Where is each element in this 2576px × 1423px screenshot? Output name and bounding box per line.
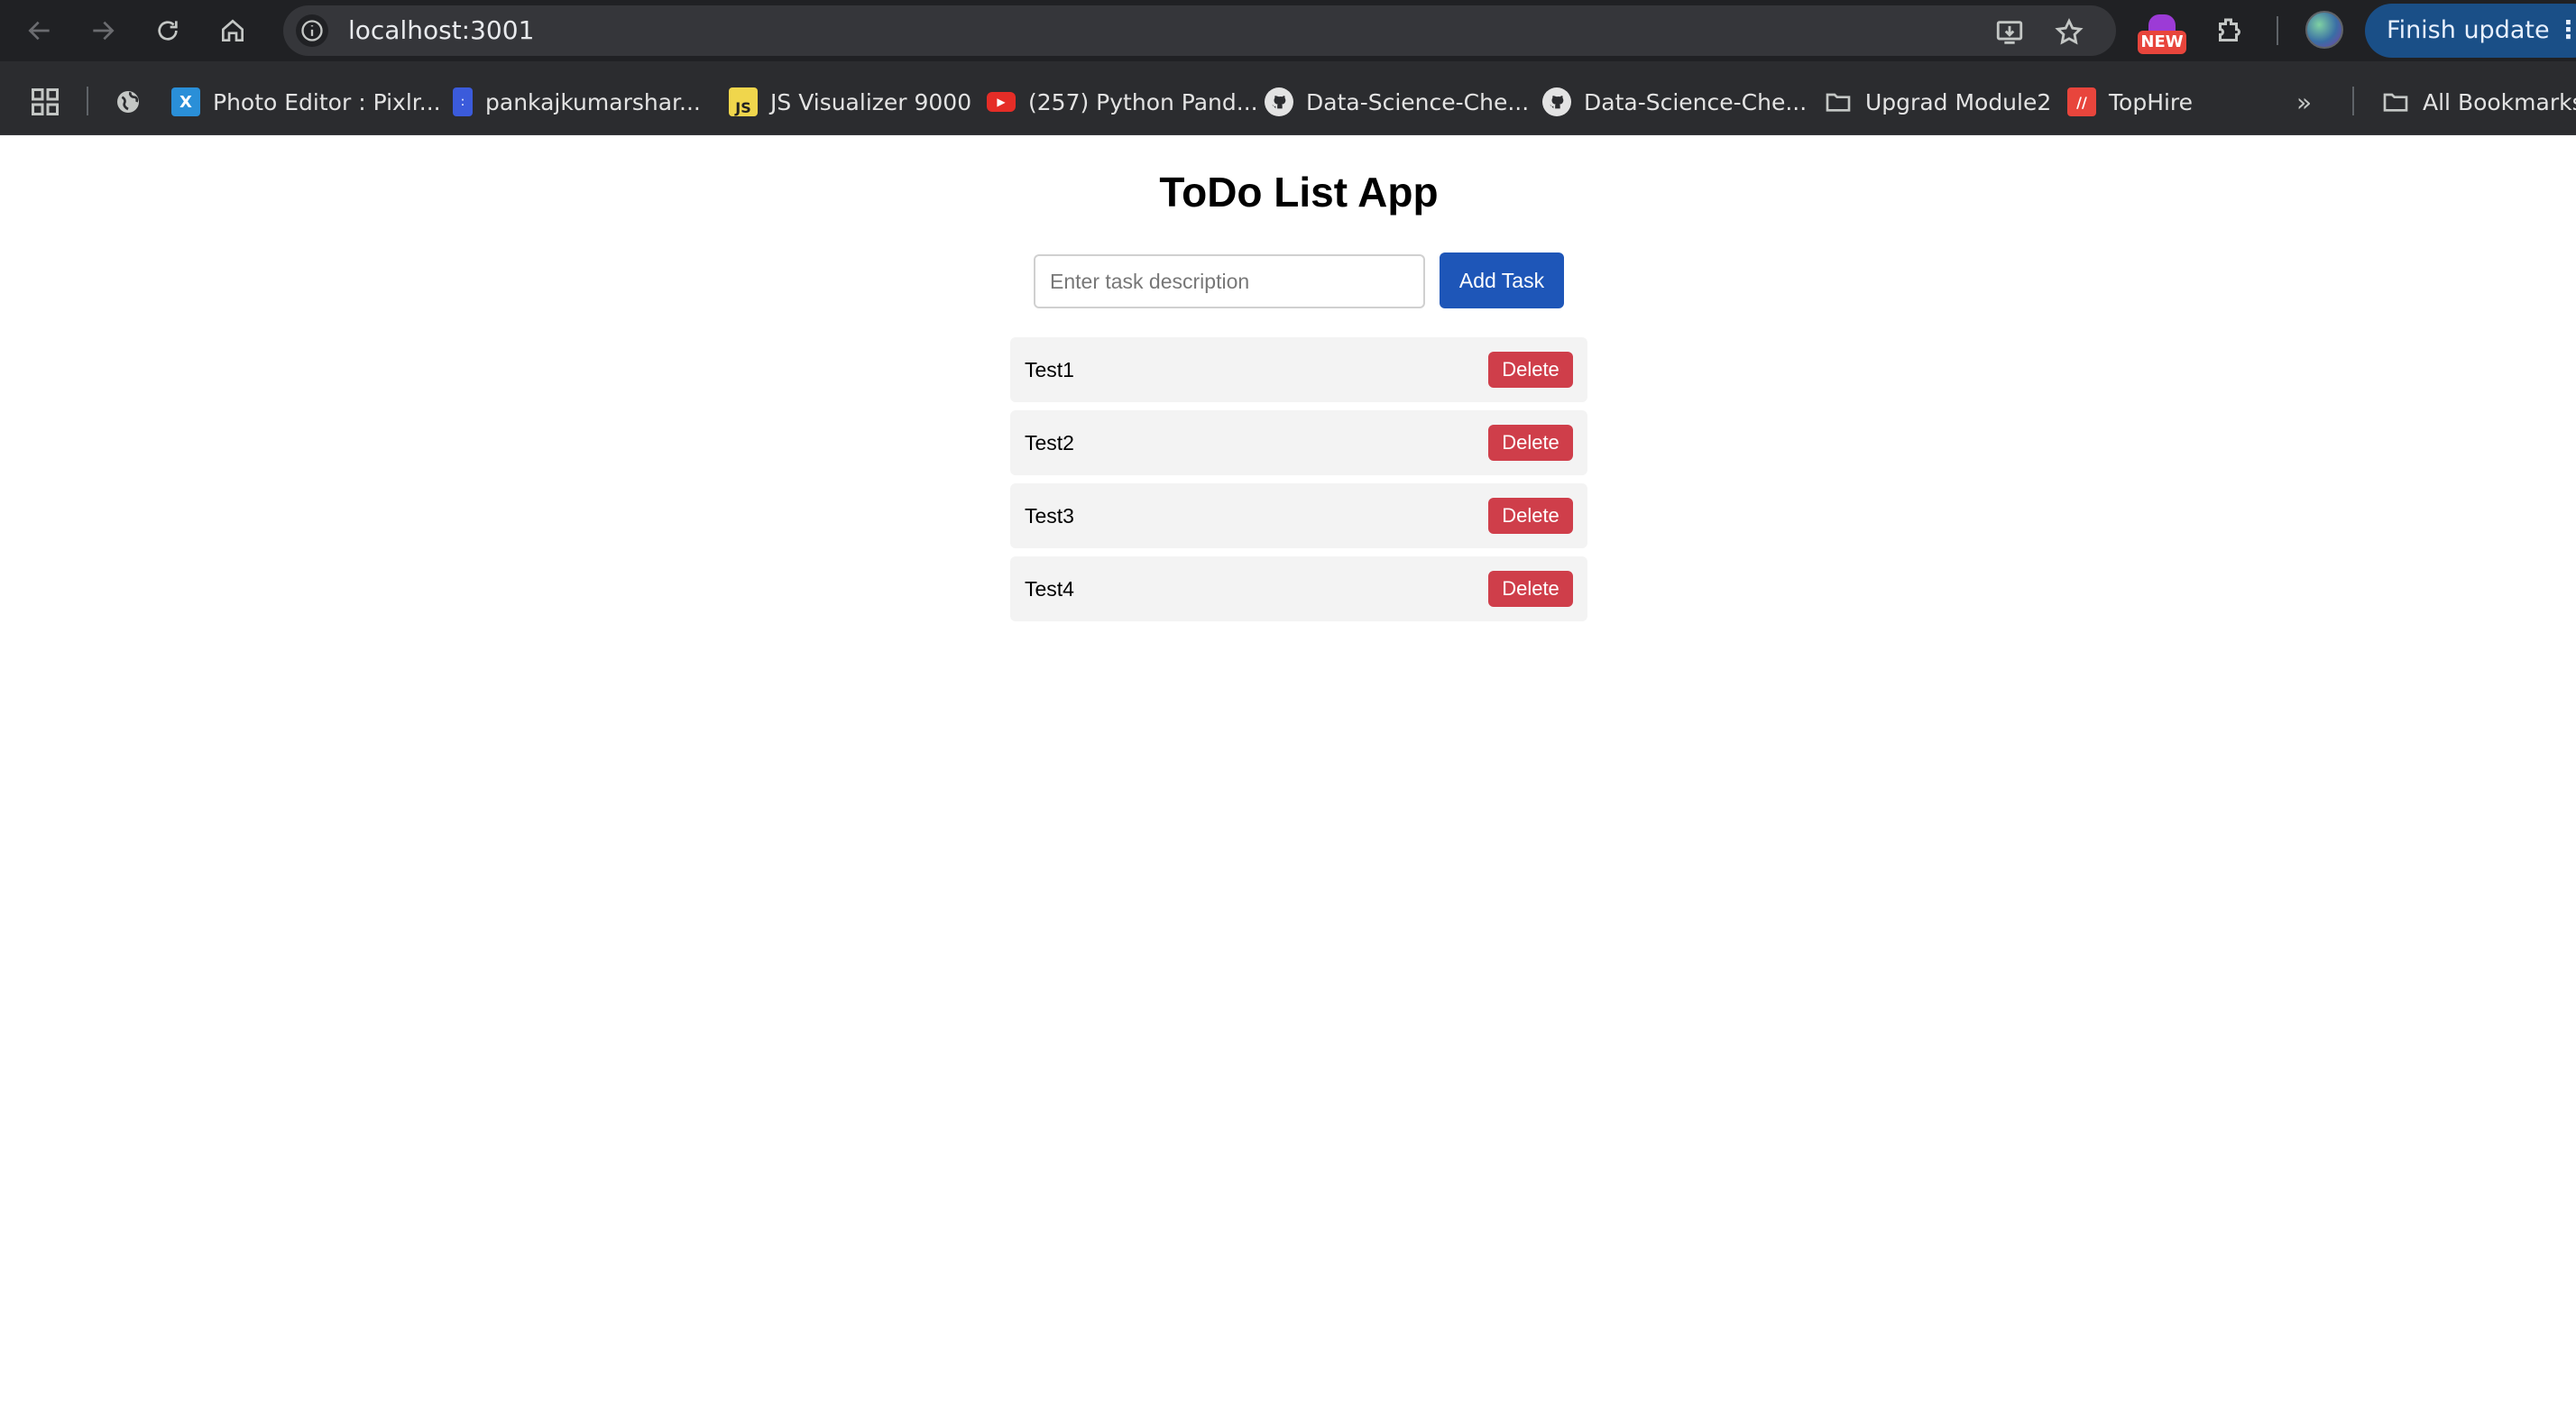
apps-grid-button[interactable] bbox=[29, 79, 61, 124]
home-icon bbox=[222, 19, 244, 41]
forward-button[interactable] bbox=[81, 9, 124, 52]
install-app-icon[interactable] bbox=[1993, 16, 2026, 49]
new-feature-badge[interactable]: NEW bbox=[2138, 14, 2186, 54]
globe-bookmark[interactable] bbox=[114, 79, 143, 124]
add-task-button[interactable]: Add Task bbox=[1440, 252, 1564, 308]
kebab-menu-icon[interactable]: ⋮ bbox=[2556, 4, 2576, 58]
url-text: localhost:3001 bbox=[348, 15, 535, 45]
bookmark-python-pandas[interactable]: ▶ (257) Python Pand... bbox=[987, 79, 1258, 124]
all-bookmarks-folder[interactable]: All Bookmarks bbox=[2381, 79, 2576, 124]
bookmark-data-science-1[interactable]: Data-Science-Che... bbox=[1265, 79, 1529, 124]
task-item: Test3 Delete bbox=[1010, 483, 1587, 548]
task-text: Test4 bbox=[1025, 577, 1074, 601]
bookmark-pixlr[interactable]: X Photo Editor : Pixlr... bbox=[171, 79, 441, 124]
tophire-icon: // bbox=[2067, 87, 2096, 116]
bookmark-js-visualizer[interactable]: JS JS Visualizer 9000 bbox=[729, 79, 971, 124]
toolbar-divider bbox=[2277, 16, 2278, 45]
page-title: ToDo List App bbox=[1159, 169, 1439, 216]
back-arrow-icon bbox=[28, 21, 50, 41]
bookmark-data-science-2[interactable]: Data-Science-Che... bbox=[1542, 79, 1807, 124]
bookmark-star-icon[interactable] bbox=[2053, 16, 2085, 49]
delete-task-button[interactable]: Delete bbox=[1488, 352, 1573, 388]
chevron-double-right-icon: » bbox=[2296, 87, 2313, 117]
task-list: Test1 Delete Test2 Delete Test3 Delete T… bbox=[1010, 337, 1587, 629]
bookmarks-divider bbox=[87, 87, 88, 115]
doc-icon: : bbox=[453, 87, 473, 116]
browser-toolbar: localhost:3001 NEW Finish update ⋮ bbox=[0, 0, 2576, 61]
task-item: Test2 Delete bbox=[1010, 410, 1587, 475]
delete-task-button[interactable]: Delete bbox=[1488, 425, 1573, 461]
reload-button[interactable] bbox=[146, 9, 189, 52]
apps-grid-icon bbox=[32, 88, 59, 115]
extensions-icon[interactable] bbox=[2210, 11, 2249, 50]
globe-icon bbox=[117, 91, 139, 113]
bookmarks-divider bbox=[2352, 87, 2354, 115]
more-bookmarks-button[interactable]: » bbox=[2296, 79, 2312, 124]
pixlr-icon: X bbox=[171, 87, 200, 116]
youtube-icon: ▶ bbox=[987, 92, 1016, 112]
reload-icon bbox=[158, 21, 178, 41]
github-icon bbox=[1265, 87, 1293, 116]
profile-avatar[interactable] bbox=[2305, 11, 2343, 49]
page-content: ToDo List App Add Task Test1 Delete Test… bbox=[0, 135, 2576, 1423]
folder-icon bbox=[2381, 87, 2410, 116]
js-icon: JS bbox=[729, 87, 758, 116]
task-item: Test4 Delete bbox=[1010, 556, 1587, 621]
task-item: Test1 Delete bbox=[1010, 337, 1587, 402]
folder-icon bbox=[1824, 87, 1853, 116]
delete-task-button[interactable]: Delete bbox=[1488, 571, 1573, 607]
github-icon bbox=[1542, 87, 1571, 116]
forward-arrow-icon bbox=[93, 21, 115, 41]
bookmark-tophire[interactable]: // TopHire bbox=[2067, 79, 2193, 124]
back-button[interactable] bbox=[18, 9, 61, 52]
task-description-input[interactable] bbox=[1034, 254, 1425, 308]
home-button[interactable] bbox=[211, 9, 254, 52]
finish-update-button[interactable]: Finish update ⋮ bbox=[2365, 4, 2576, 58]
address-bar[interactable]: localhost:3001 bbox=[283, 5, 2116, 56]
bookmark-pankajkumarsharma[interactable]: : pankajkumarshar... bbox=[453, 79, 701, 124]
delete-task-button[interactable]: Delete bbox=[1488, 498, 1573, 534]
site-info-icon[interactable] bbox=[296, 14, 328, 47]
bookmark-upgrad-module2[interactable]: Upgrad Module2 bbox=[1824, 79, 2051, 124]
task-text: Test1 bbox=[1025, 358, 1074, 381]
task-text: Test3 bbox=[1025, 504, 1074, 528]
task-text: Test2 bbox=[1025, 431, 1074, 454]
